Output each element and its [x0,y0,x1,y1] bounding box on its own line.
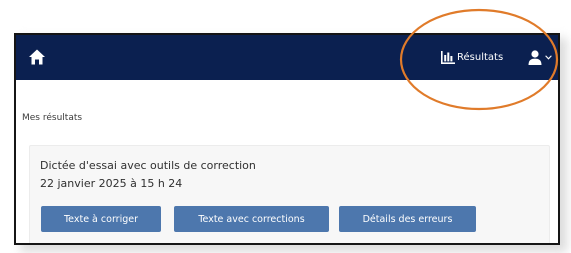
page-title: Mes résultats [22,113,83,123]
error-details-button[interactable]: Détails des erreurs [339,206,476,232]
user-icon [528,50,542,65]
user-menu[interactable] [528,35,552,80]
chevron-down-icon [545,55,552,60]
result-card: Dictée d'essai avec outils de correction… [29,145,550,243]
text-to-correct-button[interactable]: Texte à corriger [41,206,161,232]
card-date: 22 janvier 2025 à 15 h 24 [40,177,183,190]
home-icon[interactable] [28,48,46,66]
text-with-corrections-button[interactable]: Texte avec corrections [174,206,329,232]
app-window: Résultats Mes résultats Dictée d'essai a… [14,33,560,245]
card-title: Dictée d'essai avec outils de correction [40,159,256,172]
top-navigation-bar: Résultats [16,35,558,80]
results-link[interactable]: Résultats [441,35,503,80]
bar-chart-icon [441,51,455,64]
results-label: Résultats [457,52,504,63]
